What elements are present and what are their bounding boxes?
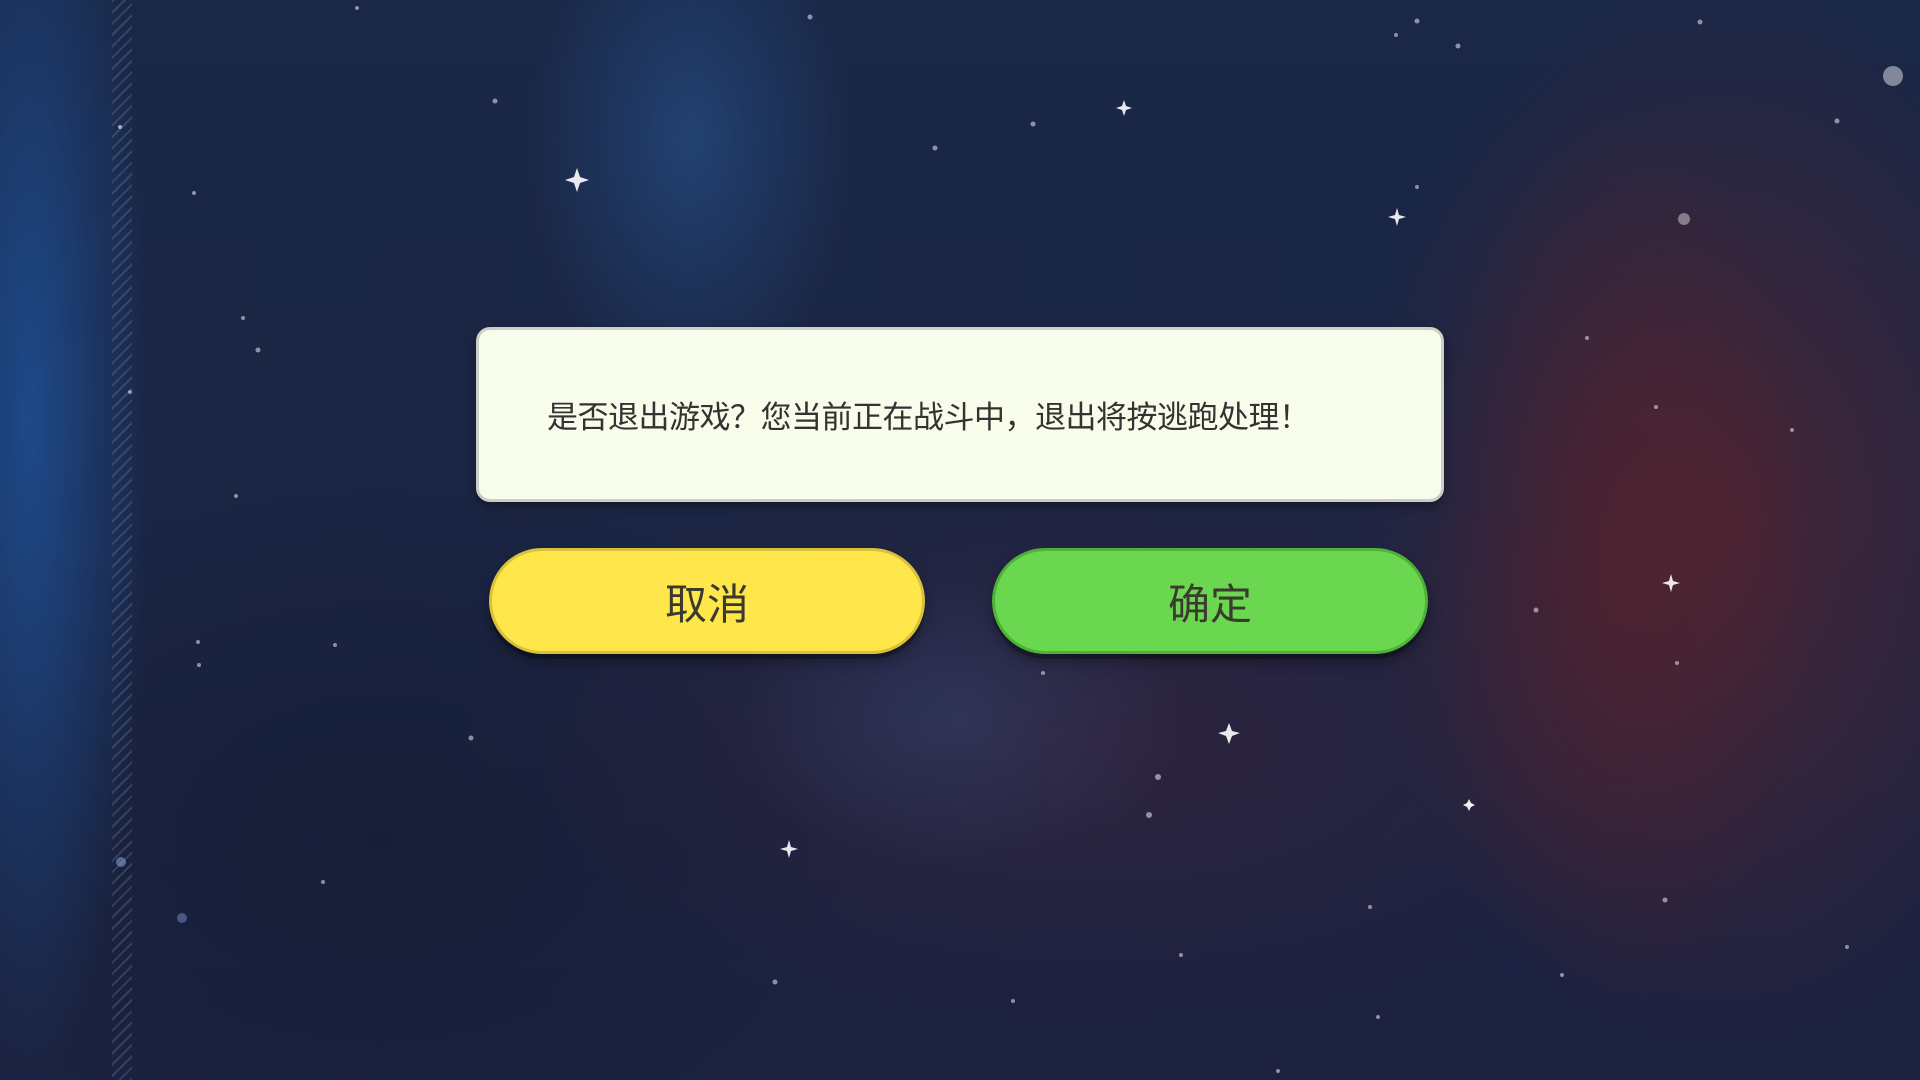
cancel-button-label: 取消	[664, 579, 749, 629]
confirm-button-label: 确定	[1167, 579, 1252, 629]
confirm-button[interactable]: 确定	[992, 548, 1428, 654]
cancel-button[interactable]: 取消	[489, 548, 925, 654]
starfield-background	[116, 6, 1903, 1073]
exit-confirm-dialog: 是否退出游戏？您当前正在战斗中，退出将按逃跑处理！	[476, 327, 1444, 502]
game-screen: 是否退出游戏？您当前正在战斗中，退出将按逃跑处理！ 取消 确定	[0, 0, 1920, 1080]
dialog-message: 是否退出游戏？您当前正在战斗中，退出将按逃跑处理！	[547, 400, 1310, 436]
